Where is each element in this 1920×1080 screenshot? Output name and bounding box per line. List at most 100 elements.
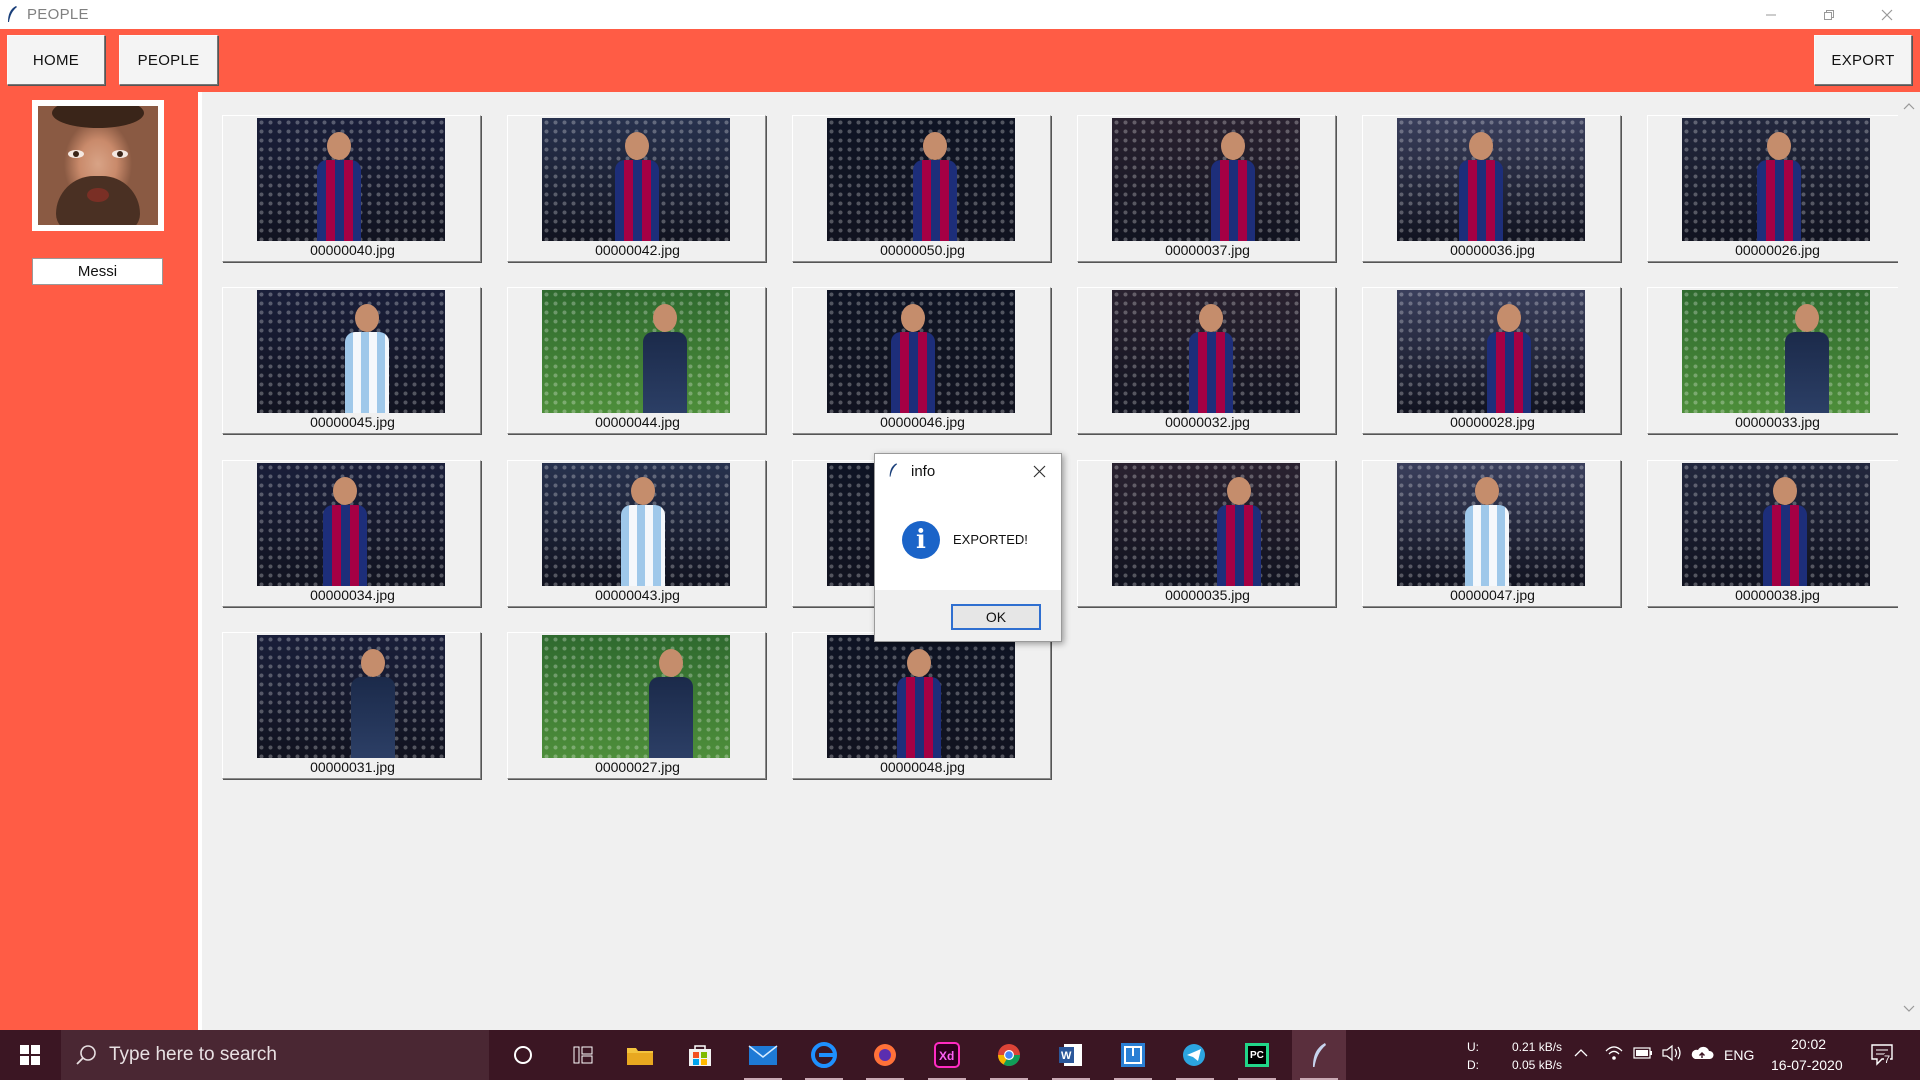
thumbnail-filename: 00000036.jpg <box>1450 242 1535 258</box>
export-button[interactable]: EXPORT <box>1814 35 1912 85</box>
image-thumbnail[interactable]: 00000050.jpg <box>792 115 1051 262</box>
thumbnail-filename: 00000047.jpg <box>1450 587 1535 603</box>
image-thumbnail[interactable]: 00000026.jpg <box>1647 115 1906 262</box>
thumbnail-photo <box>1112 463 1300 586</box>
thumbnail-filename: 00000042.jpg <box>595 242 680 258</box>
image-thumbnail[interactable]: 00000031.jpg <box>222 632 481 779</box>
restore-button[interactable] <box>1800 0 1858 29</box>
notification-count: 7 <box>1884 1054 1891 1066</box>
image-thumbnail[interactable]: 00000042.jpg <box>507 115 766 262</box>
home-button[interactable]: HOME <box>7 35 105 85</box>
task-view-icon[interactable] <box>556 1030 610 1080</box>
thumbnail-photo <box>542 463 730 586</box>
thumbnail-photo <box>1682 290 1870 413</box>
scroll-up-icon[interactable] <box>1903 102 1915 114</box>
image-thumbnail[interactable]: 00000034.jpg <box>222 460 481 607</box>
close-button[interactable] <box>1858 0 1916 29</box>
svg-text:Xd: Xd <box>939 1049 954 1063</box>
thumbnail-photo <box>827 118 1015 241</box>
person-name-label[interactable]: Messi <box>32 258 163 285</box>
thumbnail-filename: 00000035.jpg <box>1165 587 1250 603</box>
thumbnail-photo <box>542 635 730 758</box>
mail-icon[interactable] <box>736 1030 790 1080</box>
thumbnail-filename: 00000050.jpg <box>880 242 965 258</box>
volume-icon[interactable] <box>1661 1044 1683 1065</box>
sidebar: Messi <box>0 92 198 1030</box>
taskbar: Type here to search Xd W PC U: D: 0.21 kB/… <box>0 1030 1920 1080</box>
notifications-button[interactable]: 7 <box>1870 1042 1896 1071</box>
svg-text:PC: PC <box>1250 1050 1264 1061</box>
thumbnail-photo <box>1682 463 1870 586</box>
dialog-message: EXPORTED! <box>953 532 1028 547</box>
info-icon: i <box>902 521 940 559</box>
image-thumbnail[interactable]: 00000027.jpg <box>507 632 766 779</box>
thumbnail-photo <box>257 635 445 758</box>
net-up-speed: 0.21 kB/s <box>1512 1040 1563 1054</box>
thumbnail-filename: 00000038.jpg <box>1735 587 1820 603</box>
python-feather-icon[interactable] <box>1292 1030 1346 1080</box>
thumbnail-photo <box>257 463 445 586</box>
svg-text:W: W <box>1061 1050 1072 1062</box>
clock-time[interactable]: 20:02 <box>1791 1036 1826 1052</box>
xd-icon[interactable]: Xd <box>920 1030 974 1080</box>
image-thumbnail[interactable]: 00000033.jpg <box>1647 287 1906 434</box>
image-thumbnail[interactable]: 00000036.jpg <box>1362 115 1621 262</box>
minimize-button[interactable] <box>1742 0 1800 29</box>
image-thumbnail[interactable]: 00000038.jpg <box>1647 460 1906 607</box>
chrome-icon[interactable] <box>982 1030 1036 1080</box>
avatar[interactable] <box>32 100 164 231</box>
ok-button[interactable]: OK <box>951 604 1041 630</box>
clock-date[interactable]: 16-07-2020 <box>1771 1057 1843 1073</box>
dialog-feather-icon <box>888 462 898 483</box>
wifi-icon[interactable] <box>1604 1044 1624 1065</box>
windows-icon <box>20 1045 40 1065</box>
dialog-close-icon[interactable] <box>1033 465 1046 483</box>
image-thumbnail[interactable]: 00000043.jpg <box>507 460 766 607</box>
thumbnail-photo <box>542 290 730 413</box>
thumbnail-filename: 00000048.jpg <box>880 759 965 775</box>
battery-icon[interactable] <box>1633 1046 1653 1063</box>
toggl-icon[interactable] <box>1106 1030 1160 1080</box>
telegram-icon[interactable] <box>1168 1030 1222 1080</box>
edge-icon[interactable] <box>797 1030 851 1080</box>
image-thumbnail[interactable]: 00000040.jpg <box>222 115 481 262</box>
thumbnail-photo <box>542 118 730 241</box>
language-indicator[interactable]: ENG <box>1724 1047 1754 1063</box>
info-dialog: info i EXPORTED! OK <box>874 453 1062 642</box>
thumbnail-filename: 00000044.jpg <box>595 414 680 430</box>
scroll-down-icon[interactable] <box>1903 1005 1915 1017</box>
word-icon[interactable]: W <box>1044 1030 1098 1080</box>
close-icon <box>1881 9 1893 20</box>
image-thumbnail[interactable]: 00000044.jpg <box>507 287 766 434</box>
thumbnail-photo <box>1112 290 1300 413</box>
image-thumbnail[interactable]: 00000037.jpg <box>1077 115 1336 262</box>
cortana-icon[interactable] <box>496 1030 550 1080</box>
thumbnail-filename: 00000043.jpg <box>595 587 680 603</box>
image-thumbnail[interactable]: 00000047.jpg <box>1362 460 1621 607</box>
firefox-icon[interactable] <box>858 1030 912 1080</box>
image-thumbnail[interactable]: 00000032.jpg <box>1077 287 1336 434</box>
thumbnail-filename: 00000027.jpg <box>595 759 680 775</box>
search-placeholder: Type here to search <box>109 1044 277 1065</box>
store-icon[interactable] <box>673 1030 727 1080</box>
toolbar: HOME PEOPLE EXPORT <box>0 29 1920 92</box>
pycharm-icon[interactable]: PC <box>1230 1030 1284 1080</box>
dialog-title-bar: info <box>875 454 1061 488</box>
search-box[interactable]: Type here to search <box>61 1030 489 1080</box>
start-button[interactable] <box>0 1030 60 1080</box>
image-thumbnail[interactable]: 00000028.jpg <box>1362 287 1621 434</box>
vertical-scrollbar[interactable] <box>1898 92 1920 1030</box>
thumbnail-filename: 00000046.jpg <box>880 414 965 430</box>
image-thumbnail[interactable]: 00000035.jpg <box>1077 460 1336 607</box>
show-hidden-icons-chevron[interactable] <box>1574 1047 1588 1061</box>
file-explorer-icon[interactable] <box>613 1030 667 1080</box>
image-thumbnail[interactable]: 00000048.jpg <box>792 632 1051 779</box>
thumbnail-filename: 00000032.jpg <box>1165 414 1250 430</box>
image-thumbnail[interactable]: 00000046.jpg <box>792 287 1051 434</box>
search-icon <box>75 1044 97 1071</box>
people-button[interactable]: PEOPLE <box>119 35 218 85</box>
onedrive-icon[interactable] <box>1690 1044 1714 1065</box>
thumbnail-photo <box>1397 118 1585 241</box>
avatar-face-image <box>38 106 158 225</box>
image-thumbnail[interactable]: 00000045.jpg <box>222 287 481 434</box>
